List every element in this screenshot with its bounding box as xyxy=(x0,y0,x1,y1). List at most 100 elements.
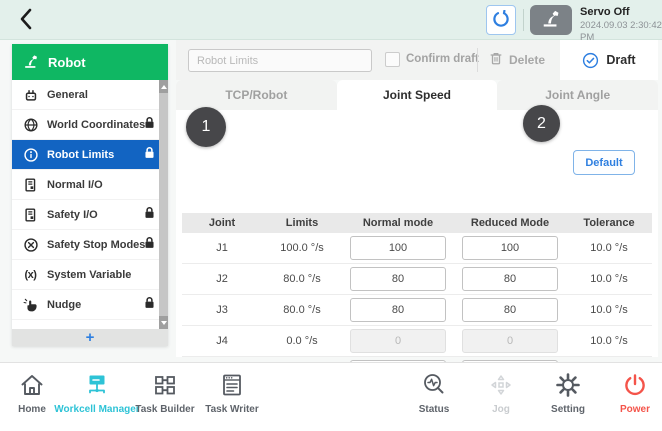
tab-joint-angle[interactable]: Joint Angle xyxy=(497,80,658,110)
reduced-mode-input[interactable] xyxy=(462,236,558,260)
plus-icon: + xyxy=(86,330,95,345)
normal-mode-input[interactable] xyxy=(350,236,446,260)
scrollbar-up-arrow[interactable] xyxy=(159,80,168,93)
lock-icon xyxy=(144,116,155,134)
lock-icon xyxy=(144,146,155,164)
sidebar-title: Robot xyxy=(48,55,86,70)
joint-cell: J3 xyxy=(182,304,262,316)
sidebar-item-safety-io[interactable]: Safety I/O xyxy=(12,200,168,230)
io-port-icon xyxy=(22,176,39,193)
sidebar-items: General World Coordinates Robot Limits xyxy=(12,80,168,320)
annotation-badge-1: 1 xyxy=(186,107,226,147)
limits-cell: 80.0 °/s xyxy=(262,273,342,285)
sidebar-item-robot-limits[interactable]: Robot Limits xyxy=(12,140,168,170)
sidebar-item-label: Nudge xyxy=(47,299,81,311)
lock-icon xyxy=(144,206,155,224)
robot-arm-icon xyxy=(22,53,40,72)
pendant-icon xyxy=(22,86,39,103)
topbar-divider xyxy=(523,9,524,31)
sidebar-item-label: Safety I/O xyxy=(47,209,98,221)
workcell-manager-icon xyxy=(83,370,111,400)
back-button[interactable] xyxy=(12,7,40,33)
io-port-icon xyxy=(22,206,39,223)
table-row: J2 80.0 °/s 10.0 °/s xyxy=(182,264,652,295)
top-bar: Servo Off 2024.09.03 2:30:42 PM xyxy=(0,0,662,40)
triangle-down-icon xyxy=(161,321,167,325)
nav-label: Status xyxy=(419,404,450,415)
sidebar-item-label: World Coordinates xyxy=(47,119,145,131)
sidebar-item-label: Normal I/O xyxy=(47,179,103,191)
servo-status-text: Servo Off xyxy=(580,6,662,20)
globe-icon xyxy=(22,116,39,133)
sidebar-scrollbar[interactable] xyxy=(159,80,168,329)
sidebar-item-label: System Variable xyxy=(47,269,131,281)
sidebar-item-nudge[interactable]: Nudge xyxy=(12,290,168,320)
table-row: J1 100.0 °/s 10.0 °/s xyxy=(182,233,652,264)
nav-label: Jog xyxy=(492,404,510,415)
confirm-draft-label: Confirm draft xyxy=(406,53,479,65)
jog-dpad-icon xyxy=(487,370,515,400)
home-icon xyxy=(18,370,46,400)
delete-button[interactable]: Delete xyxy=(489,48,545,72)
sidebar-item-system-variable[interactable]: (x) System Variable xyxy=(12,260,168,290)
toolbar-divider xyxy=(477,48,478,72)
robot-arm-icon xyxy=(540,8,562,33)
check-circle-icon xyxy=(582,52,599,69)
tab-joint-speed[interactable]: Joint Speed xyxy=(337,80,498,110)
robot-settings-screen: Servo Off 2024.09.03 2:30:42 PM Robot Ge… xyxy=(0,0,662,431)
lock-icon xyxy=(144,296,155,314)
info-circle-icon xyxy=(22,146,39,163)
nav-power[interactable]: Power xyxy=(585,370,662,415)
add-workcell-item-button[interactable]: + xyxy=(12,329,168,346)
power-icon xyxy=(621,370,649,400)
nav-label: Power xyxy=(620,404,650,415)
reset-arc-icon xyxy=(492,10,510,31)
normal-mode-input[interactable] xyxy=(350,298,446,322)
sidebar-item-general[interactable]: General xyxy=(12,80,168,110)
nudge-hand-icon xyxy=(22,296,39,313)
sidebar-item-world-coordinates[interactable]: World Coordinates xyxy=(12,110,168,140)
draft-toolbar: Confirm draft Delete Draft xyxy=(176,40,658,80)
sidebar-item-label: Robot Limits xyxy=(47,149,114,161)
item-name-input[interactable] xyxy=(188,49,372,72)
sidebar-item-normal-io[interactable]: Normal I/O xyxy=(12,170,168,200)
tolerance-cell: 10.0 °/s xyxy=(566,273,652,285)
confirm-draft-checkbox[interactable] xyxy=(385,52,400,67)
sidebar-item-label: Safety Stop Modes xyxy=(47,239,145,251)
task-builder-icon xyxy=(151,370,179,400)
column-header-tolerance: Tolerance xyxy=(566,217,652,229)
limits-cell: 100.0 °/s xyxy=(262,242,342,254)
sidebar-item-label: General xyxy=(47,89,88,101)
scrollbar-down-arrow[interactable] xyxy=(159,316,168,329)
reduced-mode-input[interactable] xyxy=(462,298,558,322)
triangle-up-icon xyxy=(161,85,167,89)
draft-label: Draft xyxy=(606,53,635,67)
draft-button[interactable]: Draft xyxy=(560,40,658,80)
joint-cell: J4 xyxy=(182,335,262,347)
delete-label: Delete xyxy=(509,53,545,67)
robot-status-badge[interactable] xyxy=(530,5,572,35)
lock-icon xyxy=(144,236,155,254)
sidebar-item-safety-stop-modes[interactable]: Safety Stop Modes xyxy=(12,230,168,260)
back-chevron-icon xyxy=(18,18,34,33)
servo-reset-button[interactable] xyxy=(486,5,516,35)
column-header-reduced: Reduced Mode xyxy=(454,217,566,229)
normal-mode-input xyxy=(350,329,446,353)
nav-label: Home xyxy=(18,404,46,415)
default-button[interactable]: Default xyxy=(573,150,635,175)
tab-tcp-robot[interactable]: TCP/Robot xyxy=(176,80,337,110)
table-row: J4 0.0 °/s 10.0 °/s xyxy=(182,326,652,357)
main-panel: Confirm draft Delete Draft TCP/Robot Joi… xyxy=(176,40,658,357)
tolerance-cell: 10.0 °/s xyxy=(566,304,652,316)
nav-label: Setting xyxy=(551,404,585,415)
nav-task-writer[interactable]: Task Writer xyxy=(182,370,282,415)
limits-cell: 0.0 °/s xyxy=(262,335,342,347)
gear-icon xyxy=(554,370,582,400)
tab-bar: TCP/Robot Joint Speed Joint Angle xyxy=(176,80,658,110)
variable-x-icon: (x) xyxy=(22,266,39,283)
reduced-mode-input[interactable] xyxy=(462,267,558,291)
sidebar: Robot General World Coordinates xyxy=(12,44,168,346)
sidebar-header: Robot xyxy=(12,44,168,80)
circled-x-icon xyxy=(22,236,39,253)
normal-mode-input[interactable] xyxy=(350,267,446,291)
